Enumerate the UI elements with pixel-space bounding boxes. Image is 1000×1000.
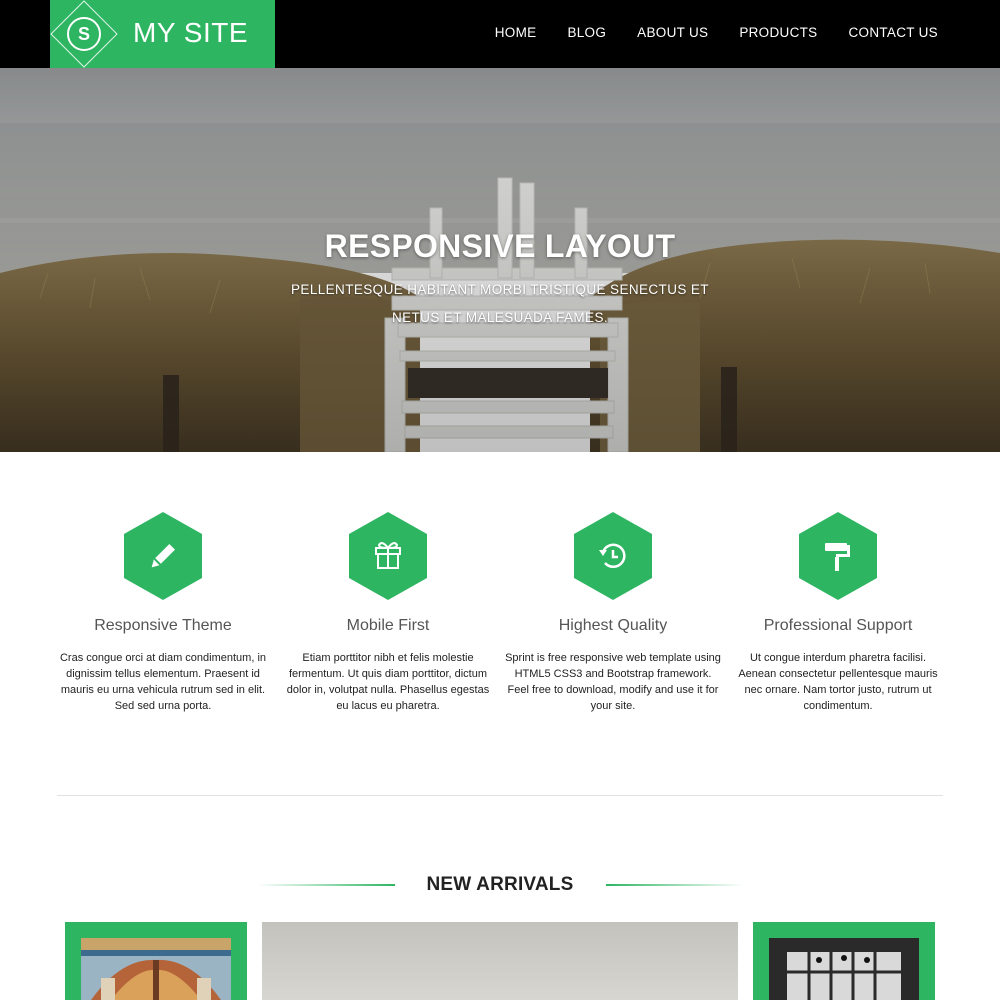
brand-logo[interactable]: S MY SITE (50, 0, 275, 68)
section-divider (57, 795, 943, 796)
carousel-photo (81, 938, 231, 1000)
gift-icon (349, 512, 427, 600)
feature-professional-support: Professional Support Ut congue interdum … (730, 512, 946, 714)
main-nav: HOME BLOG ABOUT US PRODUCTS CONTACT US (464, 25, 938, 40)
arrival-card-featured[interactable] (262, 922, 738, 1000)
feature-title: Professional Support (763, 617, 913, 634)
feature-text: Etiam porttitor nibh et felis molestie f… (286, 652, 490, 712)
hero-subtitle: PELLENTESQUE HABITANT MORBI TRISTIQUE SE… (291, 282, 709, 325)
new-arrivals-title: NEW ARRIVALS (426, 874, 574, 895)
paint-roller-icon (799, 512, 877, 600)
feature-text: Sprint is free responsive web template u… (505, 652, 721, 712)
hero-title: RESPONSIVE LAYOUT (324, 228, 676, 264)
feature-mobile-first: Mobile First Etiam porttitor nibh et fel… (280, 512, 496, 714)
feature-title: Highest Quality (558, 617, 668, 634)
nav-home[interactable]: HOME (495, 25, 537, 40)
nav-contact-us[interactable]: CONTACT US (848, 25, 938, 40)
nav-products[interactable]: PRODUCTS (739, 25, 817, 40)
feature-responsive-theme: Responsive Theme Cras congue orci at dia… (55, 512, 271, 714)
hero-banner: RESPONSIVE LAYOUT PELLENTESQUE HABITANT … (0, 68, 1000, 452)
site-name: MY SITE (133, 17, 249, 48)
feature-text: Cras congue orci at diam condimentum, in… (59, 652, 267, 712)
arrival-card-carousel[interactable] (65, 922, 247, 1000)
interior-photo (769, 938, 919, 1000)
feature-title: Mobile First (346, 617, 430, 634)
history-icon (574, 512, 652, 600)
nav-blog[interactable]: BLOG (567, 25, 606, 40)
logo-letter: S (67, 17, 101, 51)
nav-about-us[interactable]: ABOUT US (637, 25, 708, 40)
arrival-card-interior[interactable] (753, 922, 935, 1000)
feature-highest-quality: Highest Quality Sprint is free responsiv… (505, 512, 721, 714)
feature-title: Responsive Theme (94, 617, 232, 634)
title-line-right (606, 884, 744, 886)
navbar: S MY SITE HOME BLOG ABOUT US PRODUCTS CO… (0, 0, 1000, 68)
pencil-icon (124, 512, 202, 600)
feature-text: Ut congue interdum pharetra facilisi. Ae… (738, 652, 938, 712)
